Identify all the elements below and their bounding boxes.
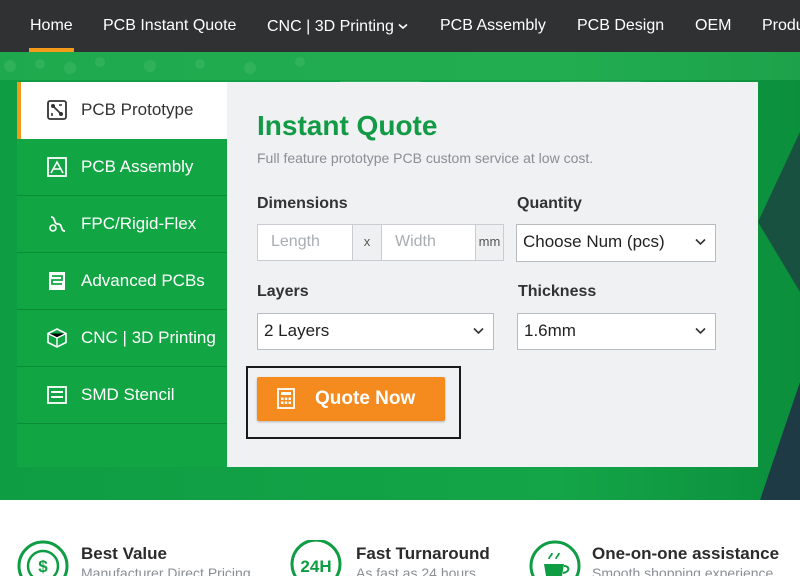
nav-cnc-3d-printing[interactable]: CNC | 3D Printing [267, 0, 408, 52]
chevron-down-icon [473, 314, 484, 348]
cube-3d-icon [47, 328, 67, 348]
feature-title: Fast Turnaround [356, 544, 490, 563]
tab-label: Advanced PCBs [81, 271, 205, 290]
nav-oem[interactable]: OEM [695, 0, 731, 52]
nav-home[interactable]: Home [29, 0, 74, 52]
nav-label: PCB Design [577, 17, 665, 34]
feature-fast-turnaround: 24H Fast Turnaround As fast as 24 hours [290, 540, 520, 576]
tab-pcb-prototype[interactable]: PCB Prototype [17, 82, 227, 139]
tab-advanced-pcbs[interactable]: Advanced PCBs [17, 253, 227, 310]
assembly-icon [47, 157, 67, 177]
nav-pcb-instant-quote[interactable]: PCB Instant Quote [103, 0, 236, 52]
pcb-icon [47, 100, 67, 120]
quantity-value: Choose Num (pcs) [523, 232, 665, 251]
nav-label: Produ [762, 17, 800, 34]
chevron-down-icon [695, 314, 706, 348]
tab-cnc-3d-printing[interactable]: CNC | 3D Printing [17, 310, 227, 367]
nav-label: PCB Assembly [440, 17, 546, 34]
thickness-label: Thickness [518, 283, 597, 300]
tab-label: PCB Assembly [81, 157, 194, 176]
tab-pcb-assembly[interactable]: PCB Assembly [17, 139, 227, 196]
feature-title: Best Value [81, 544, 167, 563]
panel-title: Instant Quote [257, 110, 438, 141]
length-input[interactable]: Length [257, 224, 353, 261]
nav-label: CNC | 3D Printing [267, 18, 394, 35]
top-navigation: Home PCB Instant Quote CNC | 3D Printing… [0, 0, 800, 52]
stencil-icon [47, 386, 67, 404]
tab-smd-stencil[interactable]: SMD Stencil [17, 367, 227, 424]
tab-label: FPC/Rigid-Flex [81, 214, 197, 233]
width-input[interactable]: Width [381, 224, 476, 261]
dollar-icon: $ [17, 540, 69, 576]
nav-products[interactable]: Produ [762, 0, 800, 52]
length-placeholder: Length [271, 233, 320, 250]
nav-label: Home [30, 17, 73, 34]
svg-text:$: $ [38, 557, 48, 576]
tab-label: SMD Stencil [81, 385, 175, 404]
nav-label: OEM [695, 17, 732, 34]
feature-subtitle: Smooth shopping experience [592, 565, 774, 576]
tab-fpc-rigid-flex[interactable]: FPC/Rigid-Flex [17, 196, 227, 253]
feature-subtitle: Manufacturer Direct Pricing [81, 565, 251, 576]
advanced-pcb-icon [49, 272, 65, 290]
quantity-select[interactable]: Choose Num (pcs) [516, 224, 716, 262]
tab-label: CNC | 3D Printing [81, 328, 216, 347]
product-tabs: PCB Prototype PCB Assembly FPC/Rigid-Fle… [17, 82, 227, 467]
tab-label: PCB Prototype [81, 100, 194, 119]
chevron-down-icon [695, 225, 706, 259]
feature-title: One-on-one assistance [592, 544, 780, 563]
quote-now-button[interactable]: Quote Now [257, 377, 445, 421]
feature-best-value: $ Best Value Manufacturer Direct Pricing [17, 540, 287, 576]
feature-subtitle: As fast as 24 hours [356, 565, 476, 576]
nav-label: PCB Instant Quote [103, 17, 237, 34]
button-label: Quote Now [315, 388, 416, 409]
feature-one-on-one: One-on-one assistance Smooth shopping ex… [529, 540, 800, 576]
dimensions-label: Dimensions [257, 195, 348, 212]
thickness-value: 1.6mm [524, 321, 576, 340]
panel-subtitle: Full feature prototype PCB custom servic… [257, 150, 594, 166]
chevron-down-icon [398, 0, 408, 51]
unit-label: mm [475, 224, 504, 261]
times-separator: x [352, 224, 382, 261]
nav-pcb-design[interactable]: PCB Design [577, 0, 664, 52]
flex-icon [49, 216, 66, 232]
layers-value: 2 Layers [264, 321, 330, 340]
nav-pcb-assembly[interactable]: PCB Assembly [440, 0, 546, 52]
coffee-cup-icon [529, 540, 581, 576]
quantity-label: Quantity [517, 195, 582, 212]
thickness-select[interactable]: 1.6mm [517, 313, 716, 350]
badge-24h: 24H [300, 557, 331, 576]
layers-label: Layers [257, 283, 309, 300]
clock-24h-icon: 24H [290, 540, 342, 576]
calculator-icon [277, 388, 295, 409]
layers-select[interactable]: 2 Layers [257, 313, 494, 350]
width-placeholder: Width [395, 233, 436, 250]
